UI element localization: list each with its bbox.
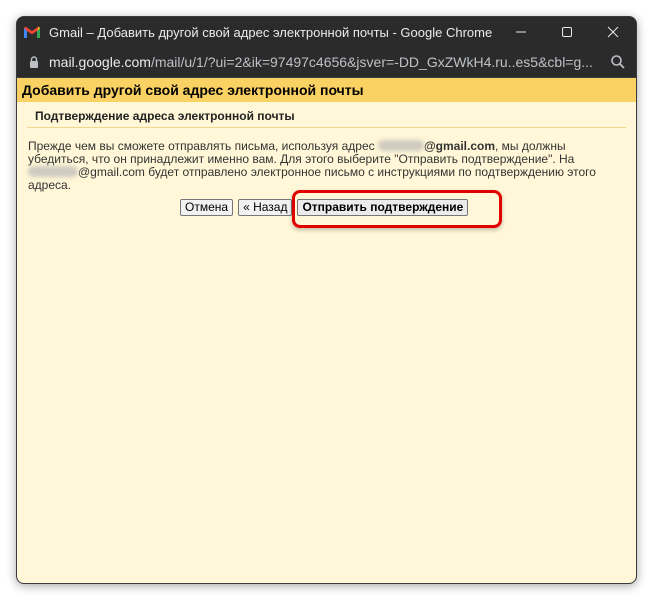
page-title: Добавить другой свой адрес электронной п… (17, 78, 636, 102)
address-bar[interactable]: mail.google.com/mail/u/1/?ui=2&ik=97497c… (17, 47, 636, 78)
page-content: Добавить другой свой адрес электронной п… (17, 78, 636, 583)
close-button[interactable] (590, 17, 636, 47)
url-host: mail.google.com (49, 54, 151, 70)
title-bar[interactable]: Gmail – Добавить другой свой адрес элект… (17, 17, 636, 47)
email-domain-2: @gmail.com (78, 165, 145, 179)
close-icon (607, 26, 619, 38)
maximize-button[interactable] (544, 17, 590, 47)
window-title: Gmail – Добавить другой свой адрес элект… (49, 24, 493, 40)
confirmation-text: Прежде чем вы сможете отправлять письма,… (28, 140, 626, 192)
maximize-icon (562, 27, 572, 37)
url-field[interactable]: mail.google.com/mail/u/1/?ui=2&ik=97497c… (49, 54, 600, 70)
minimize-icon (516, 31, 526, 33)
minimize-button[interactable] (498, 17, 544, 47)
button-row: Отмена « Назад Отправить подтверждение (180, 199, 469, 216)
text-part-1: Прежде чем вы сможете отправлять письма,… (28, 139, 378, 153)
browser-window: Gmail – Добавить другой свой адрес элект… (16, 16, 637, 584)
redacted-email-1 (377, 140, 424, 151)
send-confirmation-button[interactable]: Отправить подтверждение (297, 199, 469, 216)
redacted-email-2 (28, 166, 78, 177)
cancel-button[interactable]: Отмена (180, 199, 234, 216)
zoom-icon[interactable] (610, 54, 626, 70)
section-title: Подтверждение адреса электронной почты (27, 105, 626, 128)
back-button[interactable]: « Назад (238, 199, 293, 216)
gmail-icon (24, 26, 40, 38)
url-path: /mail/u/1/?ui=2&ik=97497c4656&jsver=-DD_… (150, 54, 593, 70)
email-domain-1: @gmail.com (423, 139, 496, 153)
lock-icon[interactable] (27, 55, 41, 69)
